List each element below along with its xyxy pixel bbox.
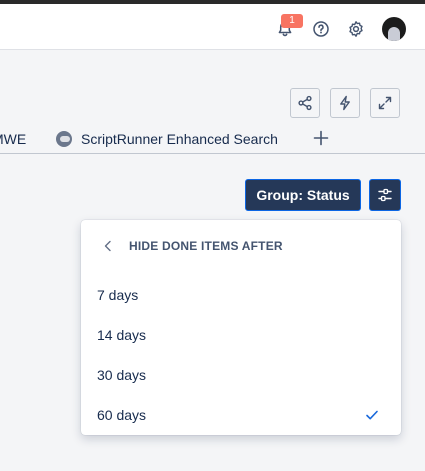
share-icon (298, 95, 312, 111)
menu-option-7-days[interactable]: 7 days (81, 275, 401, 315)
expand-button[interactable] (370, 88, 400, 118)
settings-button[interactable] (343, 16, 369, 42)
menu-title: HIDE DONE ITEMS AFTER (129, 239, 283, 253)
group-by-button[interactable]: Group: Status (245, 179, 361, 211)
avatar[interactable] (382, 17, 406, 41)
tab-mwe[interactable]: MWE (0, 131, 26, 147)
avatar-image (388, 27, 400, 41)
option-label: 7 days (97, 287, 139, 303)
option-label: 30 days (97, 367, 147, 383)
scriptrunner-icon (56, 131, 72, 147)
notification-badge: 1 (281, 14, 303, 28)
view-settings-button[interactable] (369, 179, 401, 211)
menu-header: HIDE DONE ITEMS AFTER (81, 234, 401, 258)
plus-icon (313, 130, 329, 146)
tab-scriptrunner-enhanced-search[interactable]: ScriptRunner Enhanced Search (56, 129, 278, 149)
option-label: 14 days (97, 327, 147, 343)
expand-icon (378, 96, 392, 110)
help-icon (313, 21, 329, 37)
hide-done-items-menu: HIDE DONE ITEMS AFTER 7 days 14 days 30 … (81, 220, 401, 435)
gear-icon (349, 21, 363, 37)
menu-option-14-days[interactable]: 14 days (81, 315, 401, 355)
tab-label: ScriptRunner Enhanced Search (81, 131, 278, 147)
checkmark-icon (366, 410, 378, 420)
chevron-left-icon (104, 240, 111, 252)
share-button[interactable] (290, 88, 320, 118)
automation-button[interactable] (330, 88, 360, 118)
back-button[interactable] (100, 238, 116, 254)
top-navigation-bar: 1 (0, 0, 425, 50)
help-button[interactable] (308, 16, 334, 42)
bolt-icon (340, 95, 350, 111)
add-tab-button[interactable] (311, 128, 331, 148)
view-tabs: MWE ScriptRunner Enhanced Search (0, 124, 425, 154)
menu-option-30-days[interactable]: 30 days (81, 355, 401, 395)
option-label: 60 days (97, 407, 147, 423)
sliders-icon (378, 188, 392, 202)
menu-option-60-days[interactable]: 60 days (81, 395, 401, 435)
